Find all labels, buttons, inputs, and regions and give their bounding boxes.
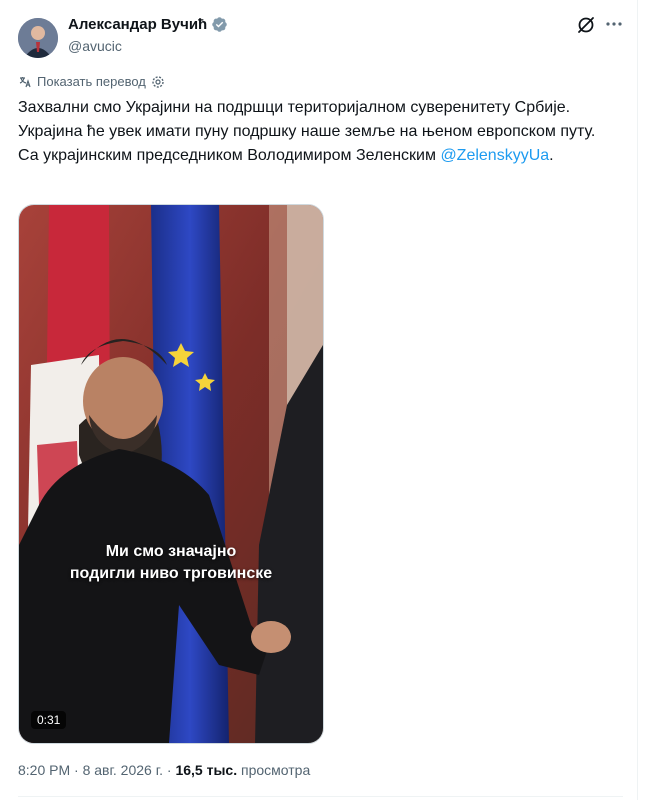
avatar[interactable] xyxy=(18,18,58,58)
more-icon[interactable] xyxy=(604,14,624,34)
video-player[interactable]: Ми смо значајно подигли ниво трговинске … xyxy=(18,204,324,744)
tweet-card: Александар Вучић @avucic Показать перево… xyxy=(0,0,638,800)
tweet-text: Захвални смо Украјини на подршци територ… xyxy=(18,96,628,168)
views-count[interactable]: 16,5 тыс. xyxy=(175,762,237,778)
verified-badge-icon xyxy=(211,16,228,33)
video-caption: Ми смо значајно подигли ниво трговинске xyxy=(19,541,323,585)
tweet-line-1: Захвални смо Украјини на подршци територ… xyxy=(18,99,571,116)
divider xyxy=(18,796,623,797)
tweet-line-3-text: Са украјинским председником Володимиром … xyxy=(18,147,441,164)
mention-link[interactable]: @ZelenskyyUa xyxy=(440,147,549,164)
author-name-row[interactable]: Александар Вучић xyxy=(68,16,228,33)
views-label: просмотра xyxy=(237,762,311,778)
video-frame xyxy=(19,205,323,743)
tweet-date[interactable]: 8 авг. 2026 г. xyxy=(83,762,163,778)
gear-icon[interactable] xyxy=(151,75,165,89)
show-translation[interactable]: Показать перевод xyxy=(18,74,165,89)
tweet-line-3-suffix: . xyxy=(549,147,554,164)
caption-line-2: подигли ниво трговинске xyxy=(69,565,273,582)
translate-icon xyxy=(19,76,31,87)
meta-separator: · xyxy=(70,762,83,778)
tweet-line-3: Са украјинским председником Володимиром … xyxy=(18,144,628,168)
tweet-time[interactable]: 8:20 PM xyxy=(18,762,70,778)
video-duration: 0:31 xyxy=(31,711,67,729)
show-translation-label[interactable]: Показать перевод xyxy=(37,74,146,89)
author-handle[interactable]: @avucic xyxy=(68,38,122,54)
author-name[interactable]: Александар Вучић xyxy=(68,16,207,33)
tweet-line-2: Украјина ће увек имати пуну подршку наше… xyxy=(18,123,596,140)
grok-icon[interactable] xyxy=(576,15,596,35)
caption-line-1: Ми смо значајно xyxy=(105,543,237,560)
meta-separator-2: · xyxy=(163,762,176,778)
tweet-meta: 8:20 PM · 8 авг. 2026 г. · 16,5 тыс. про… xyxy=(18,762,310,778)
